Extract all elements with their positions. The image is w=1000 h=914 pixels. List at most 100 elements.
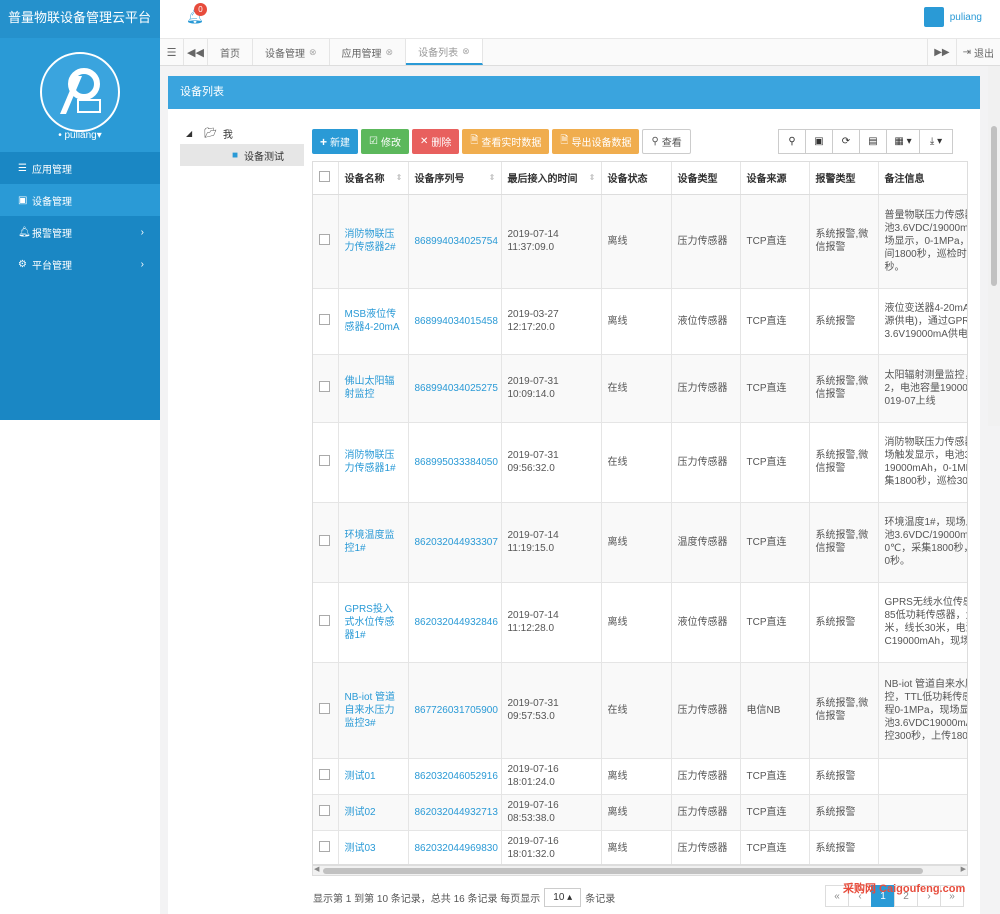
export-dropdown-icon[interactable]: ⤓ ▾	[919, 129, 953, 154]
cell-serial[interactable]: 862032046052916	[408, 758, 502, 795]
cell-name[interactable]: MSB液位传感器4-20mA	[338, 288, 409, 355]
scrollbar-thumb[interactable]	[323, 868, 923, 874]
delete-button[interactable]: ✕ 删除	[411, 129, 460, 154]
row-checkbox[interactable]	[313, 194, 339, 289]
search-icon[interactable]: ⚲	[778, 129, 806, 154]
row-checkbox[interactable]	[313, 794, 339, 831]
column-header-type[interactable]: 设备类型	[671, 162, 741, 195]
header-user-menu[interactable]: puliang	[923, 7, 982, 27]
tab-device-management[interactable]: 设备管理 ⊗	[253, 39, 330, 65]
cell-name[interactable]: GPRS投入式水位传感器1#	[338, 582, 409, 663]
column-header-status[interactable]: 设备状态	[601, 162, 672, 195]
sort-icon: ⇕	[395, 173, 403, 182]
table-row[interactable]: GPRS投入式水位传感器1# 862032044932846 2019-07-14 …	[313, 582, 967, 663]
row-checkbox[interactable]	[313, 582, 339, 663]
cell-name[interactable]: NB-iot 管道自来水压力监控3#	[338, 662, 409, 759]
row-checkbox[interactable]	[313, 422, 339, 503]
cell-serial[interactable]: 868995033384050	[408, 422, 502, 503]
cell-name[interactable]: 测试02	[338, 794, 409, 831]
avatar	[923, 7, 944, 27]
export-data-button[interactable]: 🗎︎ 导出设备数据	[552, 129, 640, 154]
cell-name[interactable]: 环境温度监控1#	[338, 502, 409, 583]
cell-name[interactable]: 佛山太阳辐射监控	[338, 354, 409, 423]
scroll-right-icon[interactable]: ▶	[961, 865, 966, 873]
cell-serial[interactable]: 862032044933307	[408, 502, 502, 583]
realtime-data-button[interactable]: 🗎︎ 查看实时数据	[462, 129, 550, 154]
paginate-toggle-icon[interactable]: ▣	[805, 129, 833, 154]
horizontal-scrollbar[interactable]: ◀ ▶	[312, 865, 968, 876]
column-header-serial[interactable]: 设备序列号 ⇕	[408, 162, 502, 195]
row-checkbox[interactable]	[313, 288, 339, 355]
table-row[interactable]: 测试01 862032046052916 2019-07-16 18:01:24.0…	[313, 758, 967, 795]
cell-type: 液位传感器	[671, 582, 741, 663]
columns-dropdown-icon[interactable]: ▦ ▾	[886, 129, 920, 154]
column-header-note[interactable]: 备注信息	[878, 162, 967, 195]
cell-name[interactable]: 测试03	[338, 830, 409, 864]
refresh-icon[interactable]: ⟳	[832, 129, 860, 154]
table-row[interactable]: 佛山太阳辐射监控 868994034025275 2019-07-31 10:09:…	[313, 354, 967, 423]
cell-name[interactable]: 测试01	[338, 758, 409, 795]
sidebar-item-platform[interactable]: ⚙ 平台管理 ›	[0, 248, 160, 280]
row-checkbox[interactable]	[313, 830, 339, 864]
cell-name[interactable]: 消防物联压力传感器2#	[338, 194, 409, 289]
tree-node-root[interactable]: ◢ 📂︎ 我	[180, 122, 304, 144]
logout-button[interactable]: ⇥ 退出	[955, 39, 1000, 65]
table-row[interactable]: MSB液位传感器4-20mA 868994034015458 2019-03-27 …	[313, 288, 967, 355]
triangle-down-icon[interactable]: ◢	[186, 129, 192, 138]
cell-status: 离线	[601, 194, 672, 289]
column-header-source[interactable]: 设备来源	[740, 162, 810, 195]
cell-source: TCP直连	[740, 830, 810, 864]
sidebar-user[interactable]: • puliang▾	[0, 130, 160, 141]
row-checkbox[interactable]	[313, 502, 339, 583]
folder-open-icon: 📂︎	[204, 127, 217, 139]
column-header-name[interactable]: 设备名称 ⇕	[338, 162, 409, 195]
cell-status: 离线	[601, 288, 672, 355]
row-checkbox[interactable]	[313, 354, 339, 423]
cell-alarm: 系统报警	[809, 830, 879, 864]
pagination-info: 显示第 1 到第 10 条记录，总共 16 条记录 每页显示 10 ▴ 条记录	[313, 888, 615, 907]
cell-source: TCP直连	[740, 354, 810, 423]
row-checkbox[interactable]	[313, 758, 339, 795]
scrollbar-thumb[interactable]	[991, 126, 997, 286]
cell-serial[interactable]: 868994034015458	[408, 288, 502, 355]
row-checkbox[interactable]	[313, 662, 339, 759]
close-icon[interactable]: ⊗	[462, 46, 470, 57]
column-header-alarm[interactable]: 报警类型	[809, 162, 879, 195]
tab-device-list[interactable]: 设备列表 ⊗	[406, 39, 483, 65]
sidebar-item-apps[interactable]: ☰ 应用管理	[0, 152, 160, 184]
table-row[interactable]: 消防物联压力传感器1# 868995033384050 2019-07-31 09:…	[313, 422, 967, 503]
cell-time: 2019-07-31 09:57:53.0	[501, 662, 602, 759]
scroll-left-icon[interactable]: ◀	[314, 865, 319, 873]
table-row[interactable]: NB-iot 管道自来水压力监控3# 867726031705900 2019-07…	[313, 662, 967, 759]
view-button[interactable]: ⚲ 查看	[642, 129, 691, 154]
column-header-time[interactable]: 最后接入的时间 ⇕	[501, 162, 602, 195]
sidebar-item-alarms[interactable]: 🔔︎ 报警管理 ›	[0, 216, 160, 248]
close-icon[interactable]: ⊗	[386, 47, 394, 58]
cell-serial[interactable]: 867726031705900	[408, 662, 502, 759]
table-row[interactable]: 环境温度监控1# 862032044933307 2019-07-14 11:19:…	[313, 502, 967, 583]
cell-serial[interactable]: 862032044932713	[408, 794, 502, 831]
menu-toggle-icon[interactable]: ☰	[160, 39, 184, 65]
cell-serial[interactable]: 862032044932846	[408, 582, 502, 663]
vertical-scrollbar[interactable]	[988, 66, 1000, 426]
tab-scroll-left-icon[interactable]: ◀◀	[184, 39, 208, 65]
edit-button[interactable]: ☑ 修改	[361, 129, 409, 154]
close-icon[interactable]: ⊗	[309, 47, 317, 58]
cell-name[interactable]: 消防物联压力传感器1#	[338, 422, 409, 503]
cell-serial[interactable]: 868994034025275	[408, 354, 502, 423]
new-button[interactable]: + 新建	[312, 129, 359, 154]
tab-app-management[interactable]: 应用管理 ⊗	[330, 39, 407, 65]
page-size-select[interactable]: 10 ▴	[544, 888, 582, 907]
table-row[interactable]: 测试03 862032044969830 2019-07-16 18:01:32.0…	[313, 830, 967, 864]
cell-status: 离线	[601, 502, 672, 583]
select-all-checkbox[interactable]	[313, 162, 339, 195]
table-row[interactable]: 消防物联压力传感器2# 868994034025754 2019-07-14 11:…	[313, 194, 967, 289]
tab-home[interactable]: 首页	[208, 39, 253, 65]
sidebar-item-devices[interactable]: ▣ 设备管理	[0, 184, 160, 216]
table-row[interactable]: 测试02 862032044932713 2019-07-16 08:53:38.0…	[313, 794, 967, 831]
tree-node-device-test[interactable]: ■ 设备测试	[180, 144, 304, 166]
cell-serial[interactable]: 862032044969830	[408, 830, 502, 864]
cell-serial[interactable]: 868994034025754	[408, 194, 502, 289]
tab-scroll-right-icon[interactable]: ▶▶	[927, 39, 955, 65]
toggle-view-icon[interactable]: ▤	[859, 129, 887, 154]
